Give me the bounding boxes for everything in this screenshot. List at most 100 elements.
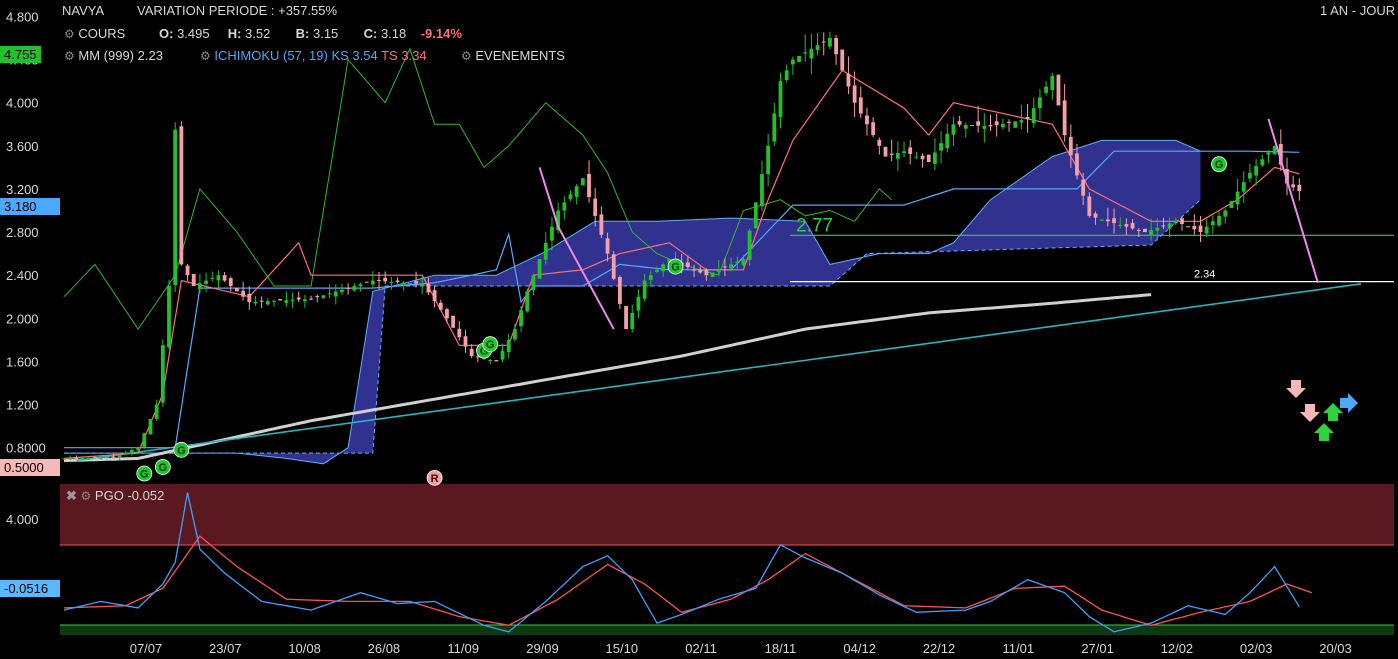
golden-signal-badge: G bbox=[482, 336, 499, 353]
x-tick-label: 15/10 bbox=[606, 641, 639, 656]
candle-body bbox=[1291, 184, 1296, 188]
signal-letter: G bbox=[159, 462, 168, 474]
pink-trend-segment bbox=[1267, 118, 1319, 284]
candle-body bbox=[1068, 136, 1073, 156]
candle-body bbox=[1112, 218, 1116, 224]
x-tick-label: 04/12 bbox=[843, 641, 876, 656]
price-chart[interactable]: 4.8004.4004.0003.6003.2002.8002.4002.000… bbox=[0, 0, 1398, 659]
candle-body bbox=[204, 280, 208, 284]
candle-body bbox=[265, 301, 270, 305]
x-tick-label: 10/08 bbox=[288, 641, 321, 656]
signal-letter: G bbox=[671, 262, 680, 274]
candle-body bbox=[519, 310, 523, 327]
candle-body bbox=[296, 297, 301, 300]
candle-body bbox=[500, 350, 505, 360]
candle-body bbox=[895, 153, 900, 159]
y-tick-label: 2.400 bbox=[6, 268, 39, 283]
candle-body bbox=[760, 174, 764, 207]
candle-body bbox=[1241, 182, 1246, 192]
signal-letter: G bbox=[1215, 159, 1224, 171]
candle-body bbox=[698, 269, 703, 273]
ks-label: KS bbox=[331, 48, 349, 63]
period-selector[interactable]: 1 AN - JOUR bbox=[1320, 3, 1395, 18]
gear-icon[interactable]: ⚙ bbox=[64, 27, 75, 41]
x-tick-label: 26/08 bbox=[368, 641, 401, 656]
candle-body bbox=[562, 202, 567, 211]
candle-body bbox=[1093, 213, 1098, 218]
candle-body bbox=[1192, 225, 1197, 230]
candle-body bbox=[723, 266, 727, 268]
candle-body bbox=[747, 230, 752, 260]
chart-window: 4.8004.4004.0003.6003.2002.8002.4002.000… bbox=[0, 0, 1398, 659]
candle-body bbox=[1062, 100, 1067, 136]
trend-line bbox=[76, 283, 1362, 462]
candle-body bbox=[377, 279, 381, 281]
x-tick-label: 18/11 bbox=[765, 641, 797, 656]
candle-body bbox=[821, 41, 826, 43]
candle-body bbox=[1217, 215, 1221, 226]
candle-body bbox=[803, 52, 808, 54]
high-price-tag: 4.755 bbox=[0, 46, 41, 63]
candle-body bbox=[438, 302, 443, 310]
candle-body bbox=[420, 283, 425, 286]
candle-body bbox=[630, 312, 635, 330]
gear-icon[interactable]: ⚙ bbox=[81, 489, 92, 503]
y-tick-label: 2.000 bbox=[6, 311, 39, 326]
pgo-last-tag: -0.0516 bbox=[0, 580, 60, 597]
candle-body bbox=[173, 129, 178, 285]
candle-body bbox=[340, 289, 344, 293]
candle-body bbox=[1155, 227, 1160, 231]
symbol-title: NAVYA bbox=[62, 3, 105, 18]
events-label[interactable]: EVENEMENTS bbox=[475, 48, 565, 63]
candle-body bbox=[401, 282, 406, 286]
candle-body bbox=[815, 45, 820, 51]
candle-body bbox=[963, 124, 968, 129]
candle-body bbox=[457, 328, 462, 338]
candle-body bbox=[648, 275, 653, 280]
ks-value: 3.54 bbox=[352, 48, 378, 63]
candle-body bbox=[1025, 117, 1030, 119]
candle-body bbox=[253, 301, 258, 304]
candle-body bbox=[1173, 221, 1178, 224]
candle-body bbox=[809, 48, 814, 59]
candle-body bbox=[235, 287, 239, 292]
ohlc-values: O: 3.495 H: 3.52 B: 3.15 C: 3.18 -9.14% bbox=[159, 26, 462, 41]
y-tick-label: 1.600 bbox=[6, 354, 39, 369]
golden-signal-badge: G bbox=[173, 441, 190, 458]
candle-body bbox=[179, 126, 184, 265]
candle-body bbox=[778, 81, 783, 117]
gear-icon[interactable]: ⚙ bbox=[200, 49, 211, 63]
events-legend: ⚙ EVENEMENTS bbox=[461, 48, 565, 63]
candle-body bbox=[865, 115, 869, 125]
candle-body bbox=[370, 280, 375, 285]
x-tick-label: 02/11 bbox=[685, 641, 717, 656]
candle-body bbox=[364, 281, 369, 283]
last-price-tag: 3.180 bbox=[0, 198, 60, 215]
close-value: 3.18 bbox=[380, 26, 407, 41]
close-icon[interactable]: ✖ bbox=[66, 488, 77, 503]
candle-body bbox=[642, 280, 647, 299]
low-value: 3.15 bbox=[312, 26, 339, 41]
candle-body bbox=[259, 300, 264, 302]
up-arrow-icon bbox=[1314, 423, 1334, 441]
candle-body bbox=[933, 152, 937, 164]
candle-body bbox=[945, 133, 950, 149]
gear-icon[interactable]: ⚙ bbox=[64, 49, 75, 63]
candle-body bbox=[92, 457, 97, 459]
candle-body bbox=[1075, 153, 1079, 176]
candle-body bbox=[395, 280, 400, 283]
candle-body bbox=[167, 285, 171, 348]
candle-body bbox=[1007, 121, 1011, 123]
candle-body bbox=[463, 336, 468, 347]
candle-body bbox=[1254, 166, 1259, 176]
candle-body bbox=[123, 452, 128, 455]
pgo-legend: ✖ ⚙ PGO -0.052 bbox=[66, 488, 164, 504]
gear-icon[interactable]: ⚙ bbox=[461, 49, 472, 63]
y-tick-label: 2.800 bbox=[6, 225, 39, 240]
candle-body bbox=[877, 139, 882, 146]
candle-body bbox=[531, 275, 536, 291]
candle-body bbox=[920, 155, 925, 160]
x-tick-label: 11/09 bbox=[447, 641, 479, 656]
candle-body bbox=[1118, 224, 1123, 226]
down-arrow-icon bbox=[1300, 404, 1320, 422]
